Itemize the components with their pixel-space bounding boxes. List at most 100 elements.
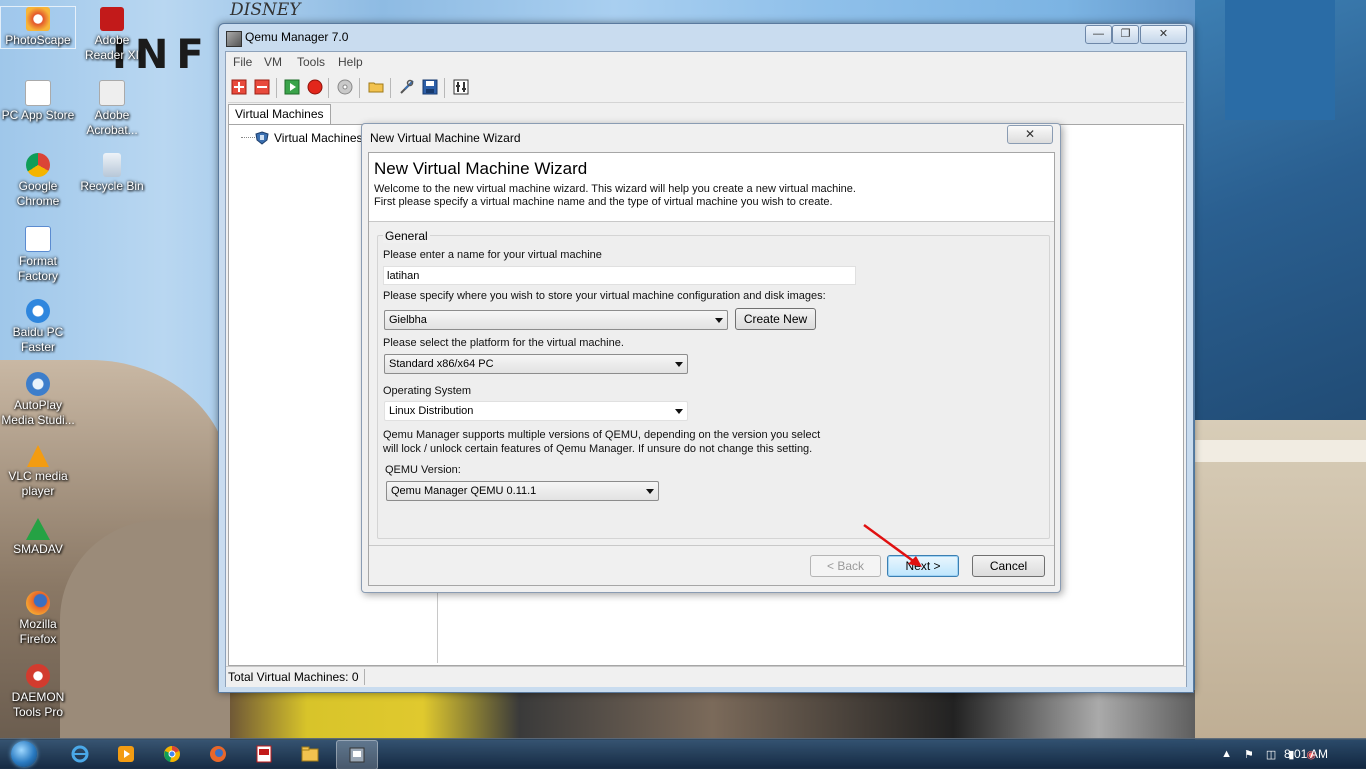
os-select[interactable]: Linux Distribution: [384, 401, 688, 421]
remove-vm-icon[interactable]: [253, 78, 271, 96]
platform-select[interactable]: Standard x86/x64 PC: [384, 354, 688, 374]
tree-item-label: Virtual Machines: [274, 131, 363, 145]
start-button[interactable]: [6, 739, 42, 769]
menu-help[interactable]: Help: [338, 55, 363, 69]
wizard-header: New Virtual Machine Wizard Welcome to th…: [369, 153, 1054, 222]
settings-icon[interactable]: [452, 78, 470, 96]
vlc-icon: [27, 445, 49, 467]
wallpaper-castle-trim: [1195, 440, 1366, 462]
menu-vm[interactable]: VM: [264, 55, 282, 69]
general-group-label: General: [383, 229, 430, 243]
maximize-button[interactable]: ❐: [1112, 25, 1139, 44]
qemu-note-line1: Qemu Manager supports multiple versions …: [383, 429, 821, 441]
desktop-icon-adobe-acrobat[interactable]: Adobe Acrobat...: [75, 80, 149, 138]
dialog-close-button[interactable]: ✕: [1007, 125, 1053, 144]
wallpaper-tower-roof: [1225, 0, 1335, 120]
photoscape-icon[interactable]: [244, 740, 284, 768]
adobe-reader-icon: [100, 7, 124, 31]
chevron-down-icon: [715, 318, 723, 323]
desktop-icon-daemon-tools[interactable]: DAEMON Tools Pro: [1, 664, 75, 720]
firefox-icon: [26, 591, 50, 615]
desktop-icon-autoplay-media-studio[interactable]: AutoPlay Media Studi...: [1, 372, 75, 428]
firefox-icon[interactable]: [198, 740, 238, 768]
desktop-icon-google-chrome[interactable]: Google Chrome: [1, 153, 75, 209]
tab-strip: Virtual Machines: [228, 104, 1184, 124]
annotation-arrow: [863, 523, 922, 567]
smadav-icon: [26, 518, 50, 540]
menu-file[interactable]: File: [233, 55, 252, 69]
start-vm-icon[interactable]: [283, 78, 301, 96]
open-folder-icon[interactable]: [367, 78, 385, 96]
desktop-icon-label: Google Chrome: [16, 179, 60, 208]
toolbar-separator: [359, 78, 360, 98]
wizard-heading: New Virtual Machine Wizard: [374, 159, 588, 178]
desktop-icon-adobe-reader[interactable]: Adobe Reader XI: [75, 7, 149, 63]
qemu-version-select[interactable]: Qemu Manager QEMU 0.11.1: [386, 481, 659, 501]
baidu-pc-faster-icon: [26, 299, 50, 323]
chevron-down-icon: [675, 362, 683, 367]
chrome-icon: [26, 153, 50, 177]
desktop-icon-smadav[interactable]: SMADAV: [1, 518, 75, 557]
pc-app-store-icon: [25, 80, 51, 106]
explorer-icon[interactable]: [290, 740, 330, 768]
recycle-bin-icon: [103, 153, 121, 177]
platform-label: Please select the platform for the virtu…: [383, 337, 624, 349]
close-window-button[interactable]: ✕: [1140, 25, 1187, 44]
desktop-icon-label: Baidu PC Faster: [12, 325, 64, 354]
internet-explorer-icon[interactable]: [60, 740, 100, 768]
tree-item-virtual-machines[interactable]: Virtual Machines: [255, 131, 363, 145]
minimize-button[interactable]: —: [1085, 25, 1112, 44]
tools-icon[interactable]: [398, 78, 416, 96]
vm-shield-icon: [255, 131, 269, 145]
autoplay-media-studio-icon: [26, 372, 50, 396]
media-player-icon[interactable]: [106, 740, 146, 768]
usb-icon[interactable]: ◫: [1266, 748, 1276, 761]
vm-name-label: Please enter a name for your virtual mac…: [383, 249, 602, 261]
tree-connector: [241, 137, 255, 138]
desktop-icon-label: SMADAV: [13, 542, 63, 556]
add-vm-icon[interactable]: [230, 78, 248, 96]
stop-vm-icon[interactable]: [306, 78, 324, 96]
desktop-icon-vlc[interactable]: VLC media player: [1, 445, 75, 499]
taskbar-clock[interactable]: 8:01 AM: [1284, 747, 1328, 761]
desktop-icon-recycle-bin[interactable]: Recycle Bin: [75, 153, 149, 194]
qemu-app-icon: [226, 31, 242, 47]
desktop-icon-pc-app-store[interactable]: PC App Store: [1, 80, 75, 123]
toolbar-separator: [328, 78, 329, 98]
toolbar-separator: [276, 78, 277, 98]
cd-icon[interactable]: [336, 78, 354, 96]
photoscape-icon: [26, 7, 50, 31]
adobe-acrobat-icon: [99, 80, 125, 106]
flag-icon[interactable]: ⚑: [1244, 748, 1254, 761]
taskbar: ▲ ⚑ ◫ ▮ ◉ 8:01 AM: [0, 738, 1366, 770]
window-title: Qemu Manager 7.0: [245, 30, 349, 44]
daemon-tools-icon: [26, 664, 50, 688]
general-groupbox: General Please enter a name for your vir…: [377, 229, 1050, 539]
desktop-icon-photoscape[interactable]: PhotoScape: [0, 6, 76, 49]
save-icon[interactable]: [421, 78, 439, 96]
menu-tools[interactable]: Tools: [297, 55, 325, 69]
chrome-icon[interactable]: [152, 740, 192, 768]
tab-virtual-machines[interactable]: Virtual Machines: [228, 104, 331, 124]
desktop-icon-firefox[interactable]: Mozilla Firefox: [1, 591, 75, 647]
window-titlebar[interactable]: Qemu Manager 7.0 — ❐ ✕: [219, 24, 1193, 50]
cancel-button[interactable]: Cancel: [972, 555, 1045, 577]
vm-name-input[interactable]: latihan: [383, 266, 856, 285]
desktop-icon-label: PC App Store: [1, 108, 75, 122]
store-location-select[interactable]: Gielbha: [384, 310, 728, 330]
create-new-button[interactable]: Create New: [735, 308, 816, 330]
desktop-icon-format-factory[interactable]: Format Factory: [1, 226, 75, 284]
store-location-value: Gielbha: [389, 314, 427, 326]
show-hidden-icons-icon[interactable]: ▲: [1221, 748, 1232, 760]
platform-value: Standard x86/x64 PC: [389, 358, 494, 370]
desktop-icon-label: PhotoScape: [5, 33, 71, 47]
desktop-icon-baidu-pc-faster[interactable]: Baidu PC Faster: [1, 299, 75, 355]
format-factory-icon: [25, 226, 51, 252]
qemu-manager-icon[interactable]: [336, 740, 378, 770]
toolbar-separator: [390, 78, 391, 98]
desktop-icon-label: Recycle Bin: [80, 179, 144, 193]
wallpaper-brand-text: DISNEY: [230, 0, 301, 20]
wizard-footer-divider: [369, 545, 1054, 546]
os-label: Operating System: [383, 385, 472, 397]
wallpaper-castle: [1195, 420, 1366, 740]
